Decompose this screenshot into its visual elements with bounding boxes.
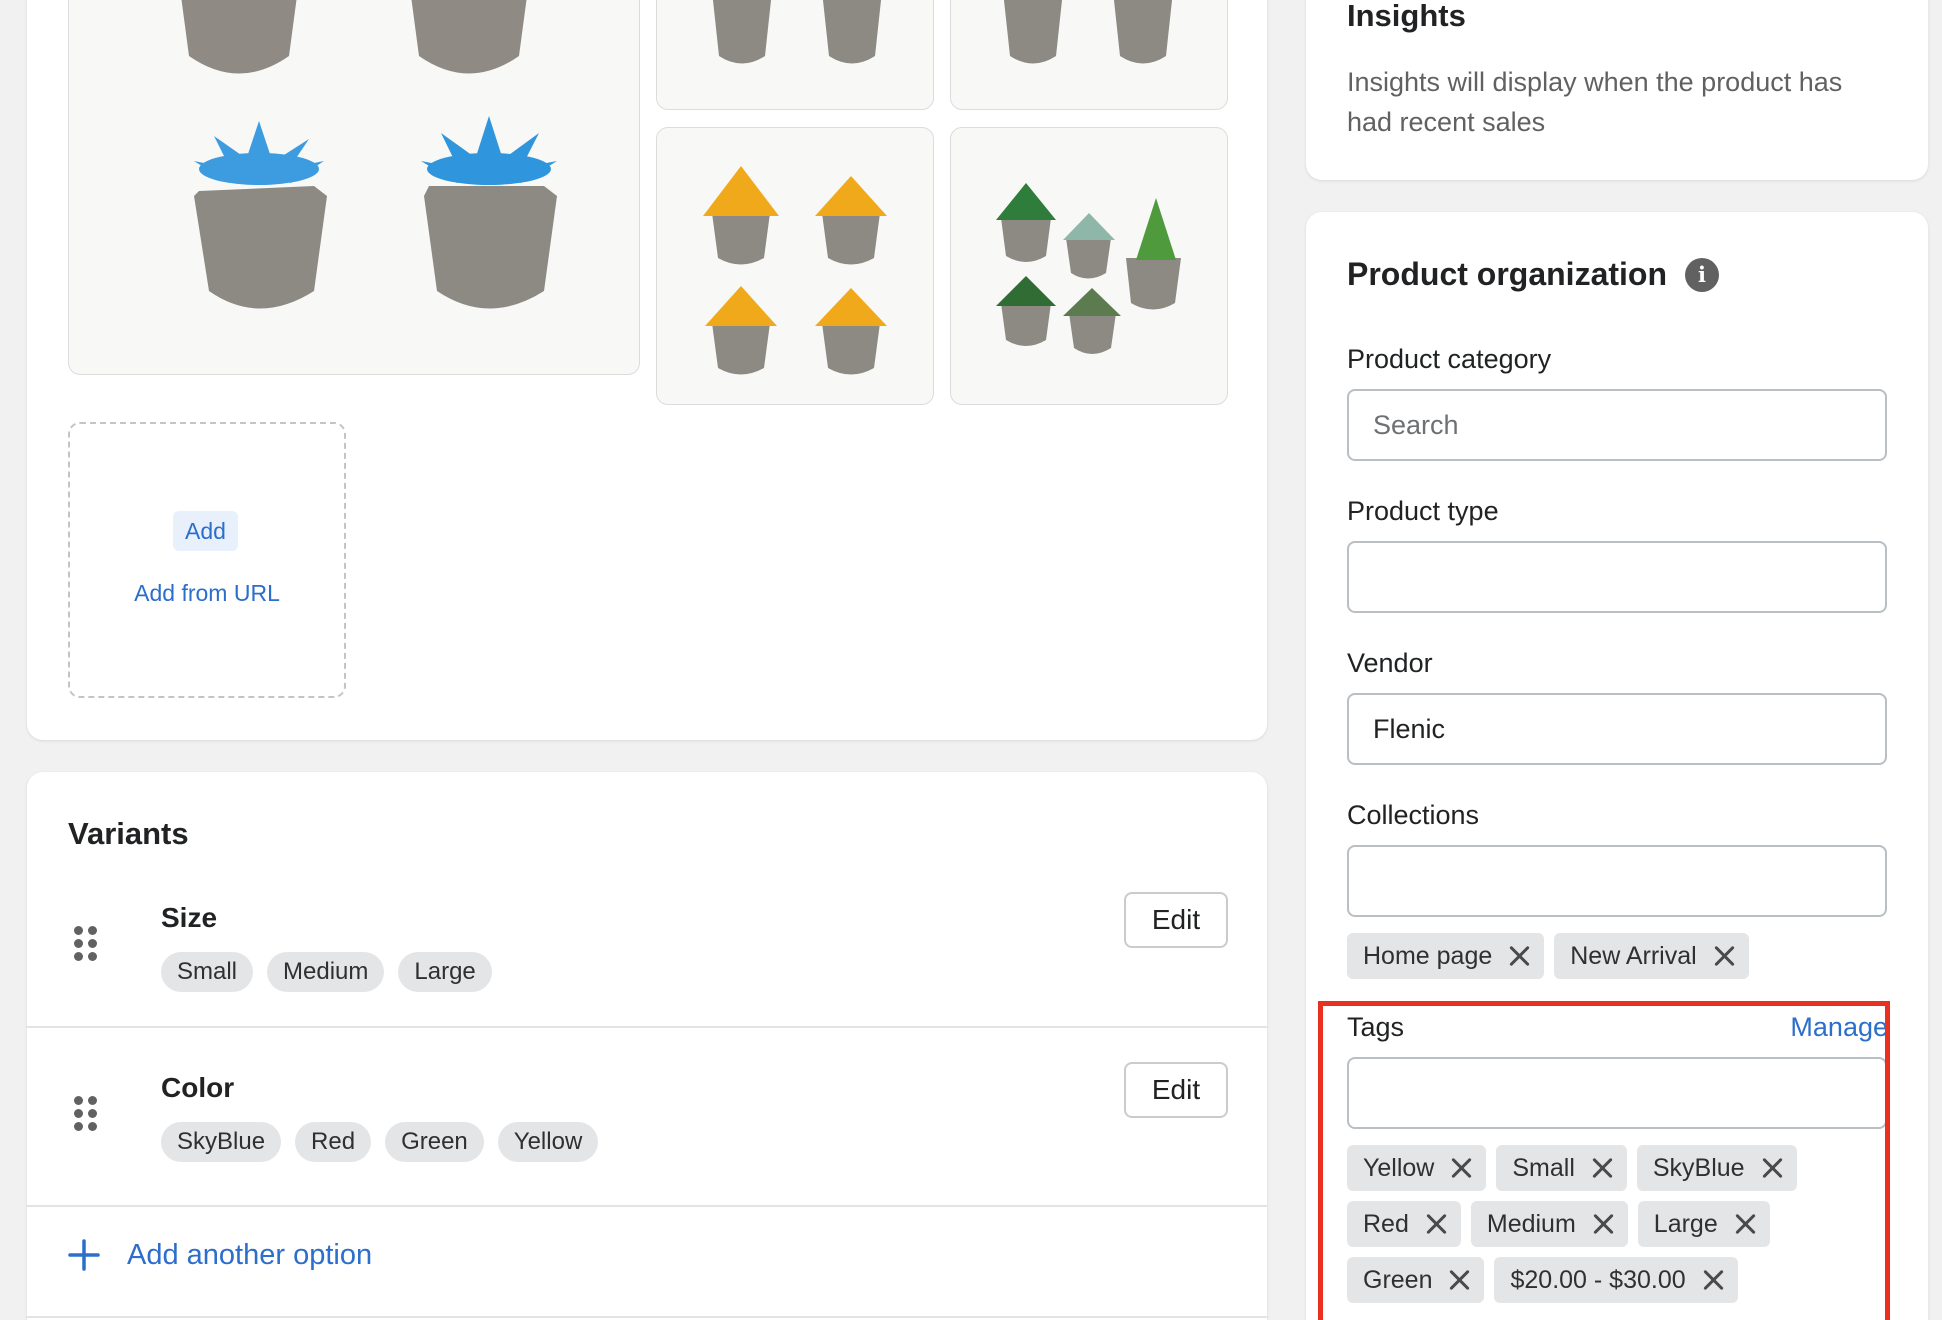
collections-label: Collections — [1347, 800, 1480, 830]
media-thumbnail-mixed[interactable] — [950, 127, 1228, 405]
tags-input[interactable] — [1347, 1057, 1887, 1129]
product-category-label: Product category — [1347, 344, 1552, 374]
add-from-url-link[interactable]: Add from URL — [70, 580, 344, 607]
tag-chip-label: $20.00 - $30.00 — [1510, 1266, 1686, 1294]
remove-icon[interactable] — [1448, 1269, 1470, 1291]
product-type-input[interactable] — [1347, 541, 1887, 613]
media-card: Add Add from URL — [27, 0, 1267, 740]
option-name: Color — [161, 1072, 235, 1103]
product-organization-title: Product organization i — [1347, 256, 1719, 293]
insights-text: Insights will display when the product h… — [1347, 67, 1843, 137]
option-value-pill: Red — [295, 1122, 372, 1162]
product-type-label: Product type — [1347, 496, 1499, 526]
vendor-input[interactable] — [1347, 693, 1887, 765]
succulent-image-skyblue — [181, 0, 557, 309]
divider — [27, 1316, 1267, 1318]
variants-title: Variants — [68, 816, 189, 851]
vendor-label: Vendor — [1347, 648, 1433, 678]
collection-chip-label: Home page — [1363, 942, 1493, 970]
media-thumbnail-green[interactable] — [656, 0, 934, 110]
insights-card: Insights Insights will display when the … — [1306, 0, 1928, 180]
variants-card: Variants Size Small Medium Large Edit Co… — [27, 772, 1267, 1320]
remove-icon[interactable] — [1713, 945, 1735, 967]
media-thumbnail-red[interactable] — [950, 0, 1228, 110]
tag-chip-label: SkyBlue — [1652, 1154, 1745, 1182]
tag-chip: $20.00 - $30.00 — [1494, 1257, 1738, 1303]
option-value-pill: Green — [385, 1122, 484, 1162]
collection-chip-label: New Arrival — [1570, 942, 1697, 970]
remove-icon[interactable] — [1702, 1269, 1724, 1291]
tag-chip: Small — [1496, 1145, 1627, 1191]
option-values: SkyBlue Red Green Yellow — [161, 1122, 599, 1162]
collections-input[interactable] — [1347, 845, 1887, 917]
tag-chip: Large — [1637, 1201, 1770, 1247]
drag-handle-icon[interactable] — [74, 926, 98, 962]
remove-icon[interactable] — [1761, 1157, 1783, 1179]
tags-label: Tags — [1347, 1012, 1405, 1042]
add-another-option-button[interactable]: Add another option — [67, 1238, 372, 1272]
divider — [27, 1205, 1267, 1207]
succulent-image-green — [712, 0, 882, 64]
option-name: Size — [161, 902, 218, 933]
add-media-button[interactable]: Add — [173, 511, 238, 551]
edit-color-button[interactable]: Edit — [1124, 1062, 1228, 1118]
remove-icon[interactable] — [1425, 1213, 1447, 1235]
option-value-pill: Large — [398, 952, 492, 992]
tag-chip-label: Large — [1653, 1210, 1718, 1238]
option-value-pill: SkyBlue — [161, 1122, 282, 1162]
remove-icon[interactable] — [1450, 1157, 1472, 1179]
edit-size-button[interactable]: Edit — [1124, 892, 1228, 948]
manage-tags-link[interactable]: Manage — [1790, 1012, 1888, 1043]
tag-chip: SkyBlue — [1636, 1145, 1797, 1191]
tag-chip-label: Medium — [1486, 1210, 1576, 1238]
media-thumbnail-main[interactable] — [68, 0, 640, 375]
product-category-input[interactable] — [1347, 389, 1887, 461]
tag-chip-label: Yellow — [1363, 1154, 1435, 1182]
media-dropzone[interactable]: Add Add from URL — [68, 422, 346, 698]
media-thumbnail-yellow[interactable] — [656, 127, 934, 405]
option-value-pill: Yellow — [497, 1122, 599, 1162]
product-organization-title-text: Product organization — [1347, 256, 1667, 292]
collection-chip: New Arrival — [1554, 933, 1749, 979]
insights-title: Insights — [1347, 0, 1466, 33]
option-values: Small Medium Large — [161, 952, 492, 992]
plus-icon — [68, 1239, 100, 1271]
remove-icon[interactable] — [1591, 1157, 1613, 1179]
info-icon[interactable]: i — [1685, 257, 1719, 292]
tag-chip-label: Small — [1512, 1154, 1575, 1182]
drag-handle-icon[interactable] — [74, 1096, 98, 1132]
collections-chips: Home page New Arrival — [1347, 933, 1907, 979]
product-organization-card: Product organization i Product category … — [1306, 212, 1928, 1320]
tag-chip-label: Red — [1363, 1210, 1409, 1238]
tag-chip: Medium — [1470, 1201, 1628, 1247]
add-another-option-label: Add another option — [127, 1238, 373, 1271]
succulent-image-yellow — [703, 166, 887, 375]
succulent-image-red — [1003, 0, 1173, 64]
tag-chip: Yellow — [1347, 1145, 1487, 1191]
option-value-pill: Medium — [267, 952, 385, 992]
tags-chips: Yellow Small SkyBlue Red Medium Large Gr… — [1347, 1145, 1907, 1303]
remove-icon[interactable] — [1508, 945, 1530, 967]
remove-icon[interactable] — [1734, 1213, 1756, 1235]
tag-chip: Red — [1347, 1201, 1461, 1247]
collection-chip: Home page — [1347, 933, 1545, 979]
divider — [27, 1026, 1267, 1028]
tag-chip: Green — [1347, 1257, 1485, 1303]
tag-chip-label: Green — [1363, 1266, 1433, 1294]
option-value-pill: Small — [161, 952, 254, 992]
succulent-image-mixed — [996, 183, 1181, 354]
remove-icon[interactable] — [1592, 1213, 1614, 1235]
